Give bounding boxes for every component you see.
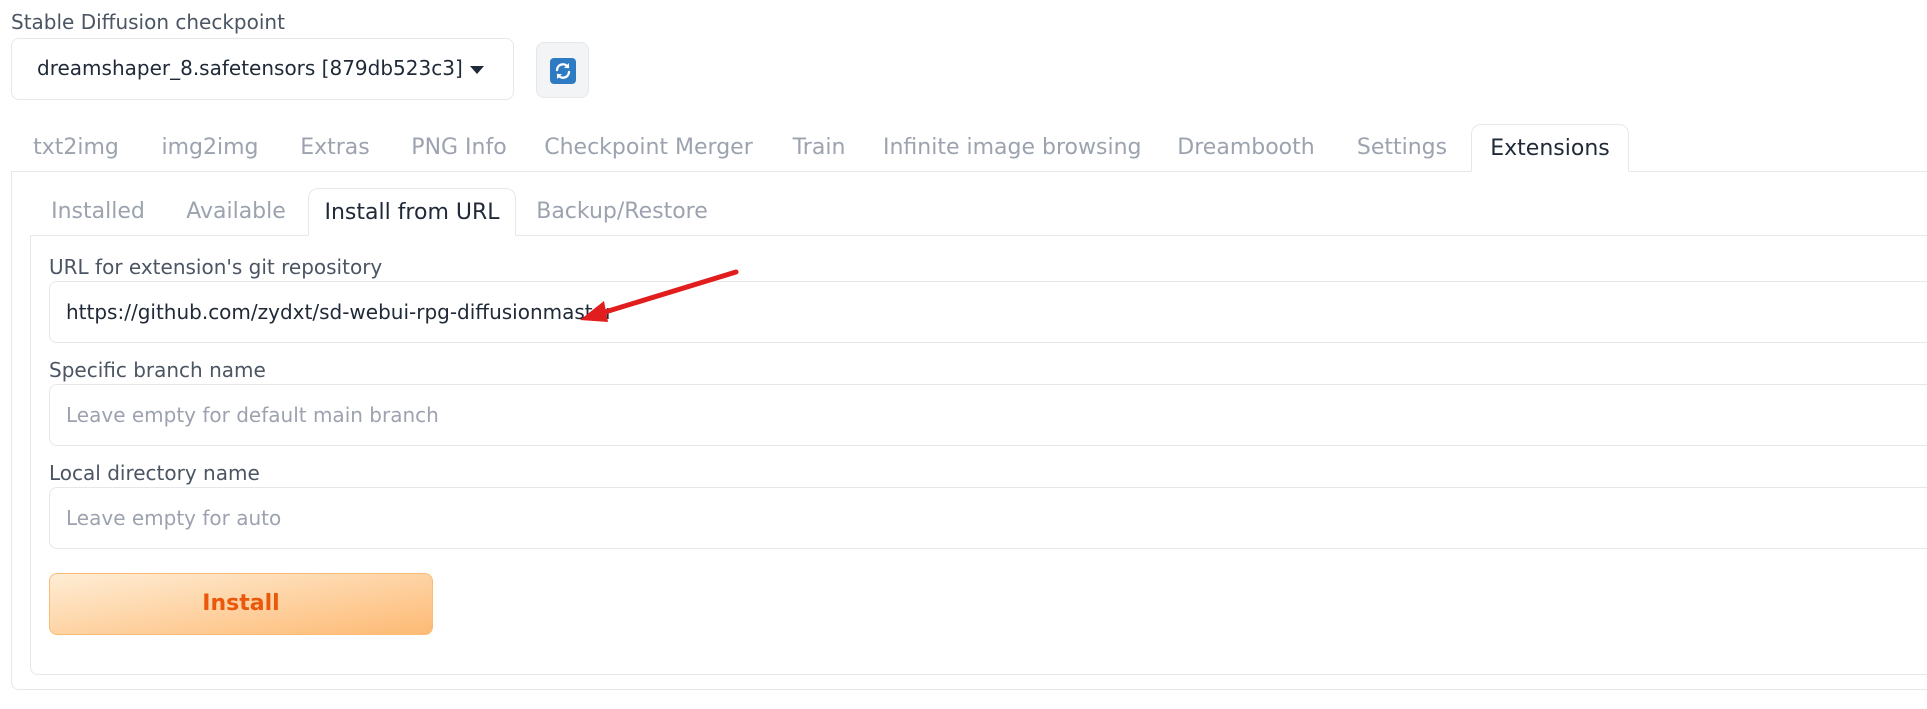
tab-extras[interactable]: Extras <box>290 124 380 172</box>
tab-install-from-url[interactable]: Install from URL <box>308 188 516 236</box>
checkpoint-label: Stable Diffusion checkpoint <box>11 10 285 34</box>
tab-settings[interactable]: Settings <box>1350 124 1454 172</box>
branch-field-label: Specific branch name <box>49 358 266 382</box>
main-tabs: txt2img img2img Extras PNG Info Checkpoi… <box>0 124 1927 172</box>
chevron-down-icon <box>470 66 484 74</box>
tab-extensions[interactable]: Extensions <box>1471 124 1629 172</box>
tab-dreambooth[interactable]: Dreambooth <box>1172 124 1320 172</box>
tab-train[interactable]: Train <box>783 124 855 172</box>
tab-checkpoint-merger[interactable]: Checkpoint Merger <box>540 124 757 172</box>
tab-img2img[interactable]: img2img <box>145 124 275 172</box>
checkpoint-selected-value: dreamshaper_8.safetensors [879db523c3] <box>37 56 463 80</box>
tab-backup-restore[interactable]: Backup/Restore <box>530 188 714 236</box>
refresh-checkpoint-button[interactable] <box>536 42 589 98</box>
directory-input[interactable] <box>49 487 1927 549</box>
url-field-label: URL for extension's git repository <box>49 255 383 279</box>
extensions-page: Stable Diffusion checkpoint dreamshaper_… <box>0 0 1927 709</box>
tab-png-info[interactable]: PNG Info <box>405 124 513 172</box>
refresh-icon <box>550 58 576 84</box>
branch-input[interactable] <box>49 384 1927 446</box>
url-input[interactable] <box>49 281 1927 343</box>
tab-txt2img[interactable]: txt2img <box>16 124 136 172</box>
tab-installed[interactable]: Installed <box>44 188 152 236</box>
checkpoint-dropdown[interactable]: dreamshaper_8.safetensors [879db523c3] <box>11 38 514 100</box>
tab-infinite-image-browsing[interactable]: Infinite image browsing <box>883 124 1141 172</box>
tab-available[interactable]: Available <box>176 188 296 236</box>
install-button[interactable]: Install <box>49 573 433 635</box>
directory-field-label: Local directory name <box>49 461 260 485</box>
